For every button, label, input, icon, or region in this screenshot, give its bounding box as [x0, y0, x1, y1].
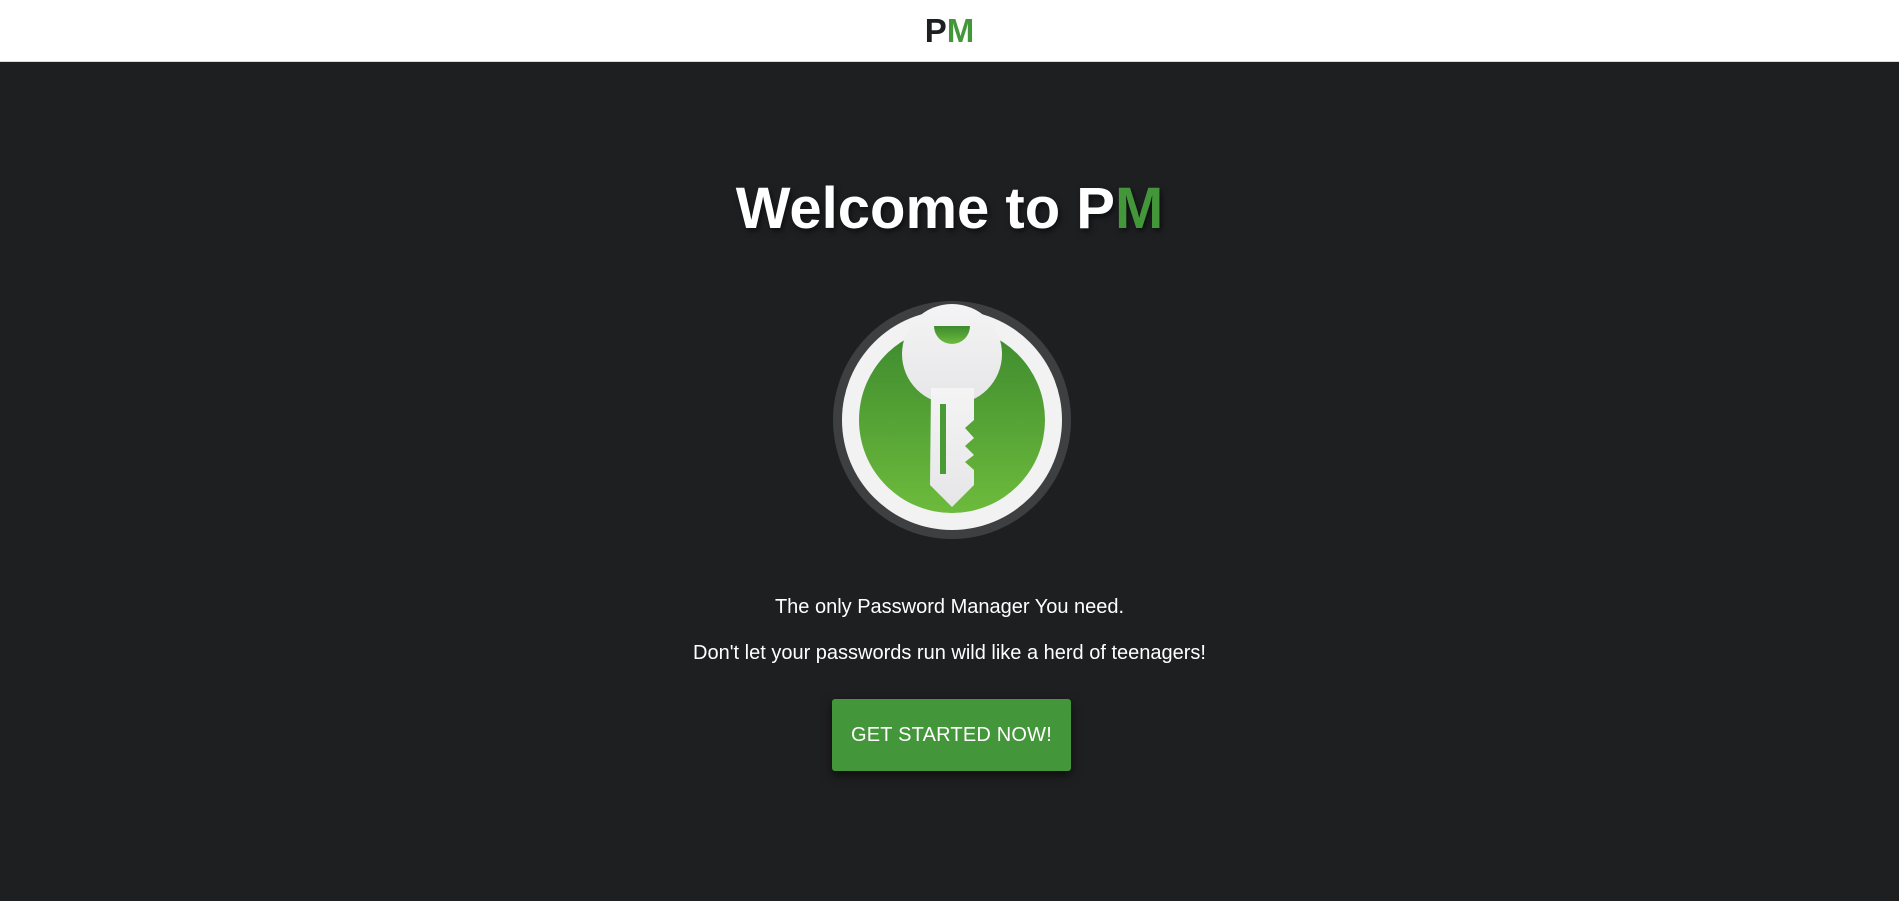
- brand-letter-m: M: [946, 12, 975, 49]
- brand-logo[interactable]: PM: [925, 14, 975, 47]
- page-title-accent: M: [1114, 176, 1164, 241]
- tagline-secondary: Don't let your passwords run wild like a…: [693, 642, 1206, 664]
- brand-letter-p: P: [924, 12, 947, 49]
- page-title-prefix: Welcome to P: [735, 176, 1115, 241]
- key-icon: [832, 300, 1072, 540]
- top-navbar: PM: [0, 0, 1899, 62]
- hero-section: Welcome to PM The only Password Manager …: [0, 62, 1899, 901]
- page-title: Welcome to PM: [0, 180, 1899, 238]
- tagline-primary: The only Password Manager You need.: [774, 596, 1125, 618]
- get-started-button[interactable]: GET STARTED NOW!: [832, 699, 1071, 771]
